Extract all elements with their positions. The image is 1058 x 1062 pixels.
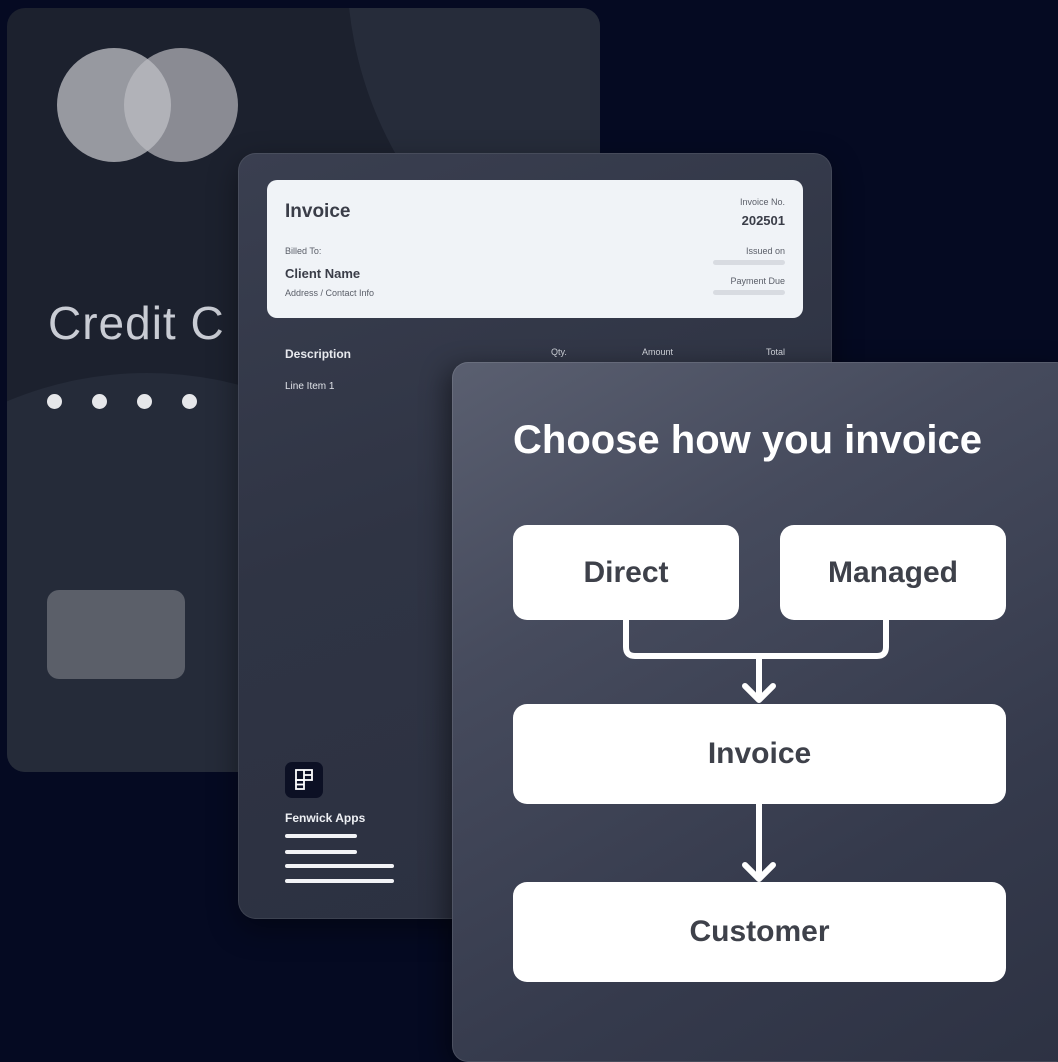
client-address: Address / Contact Info <box>285 288 375 298</box>
column-total: Total <box>765 347 785 357</box>
line-item: Line Item 1 <box>285 381 335 392</box>
brand-text-line <box>285 850 357 854</box>
card-dot <box>47 394 62 409</box>
option-managed[interactable]: Managed <box>780 525 1006 620</box>
invoice-flow-panel: Choose how you invoice Direct Managed In… <box>452 362 1058 1062</box>
column-amount: Amount <box>642 347 674 357</box>
invoice-title: Invoice <box>285 201 351 222</box>
issued-on-label: Issued on <box>745 246 785 256</box>
brand-text-line <box>285 864 394 868</box>
column-qty: Qty. <box>551 347 567 357</box>
option-direct[interactable]: Direct <box>513 525 739 620</box>
fenwick-logo-icon <box>285 762 323 798</box>
card-dot <box>137 394 152 409</box>
column-description: Description <box>285 347 352 361</box>
card-logo-circle-right <box>124 48 238 162</box>
brand-name: Fenwick Apps <box>285 811 366 825</box>
step-customer: Customer <box>513 882 1006 982</box>
card-dot <box>182 394 197 409</box>
invoice-number-label: Invoice No. <box>739 197 785 207</box>
issued-on-placeholder <box>713 260 785 265</box>
payment-due-label: Payment Due <box>730 276 785 286</box>
card-chip <box>47 590 185 679</box>
brand-text-line <box>285 879 394 883</box>
payment-due-placeholder <box>713 290 785 295</box>
brand-text-line <box>285 834 357 838</box>
invoice-header: Invoice Billed To: Client Name Address /… <box>267 180 803 318</box>
invoice-number: 202501 <box>741 213 785 228</box>
card-dot <box>92 394 107 409</box>
client-name: Client Name <box>285 266 361 281</box>
step-invoice: Invoice <box>513 704 1006 804</box>
card-title: Credit C <box>48 297 225 349</box>
card-number-dots <box>47 394 197 409</box>
billed-to-label: Billed To: <box>285 246 322 256</box>
